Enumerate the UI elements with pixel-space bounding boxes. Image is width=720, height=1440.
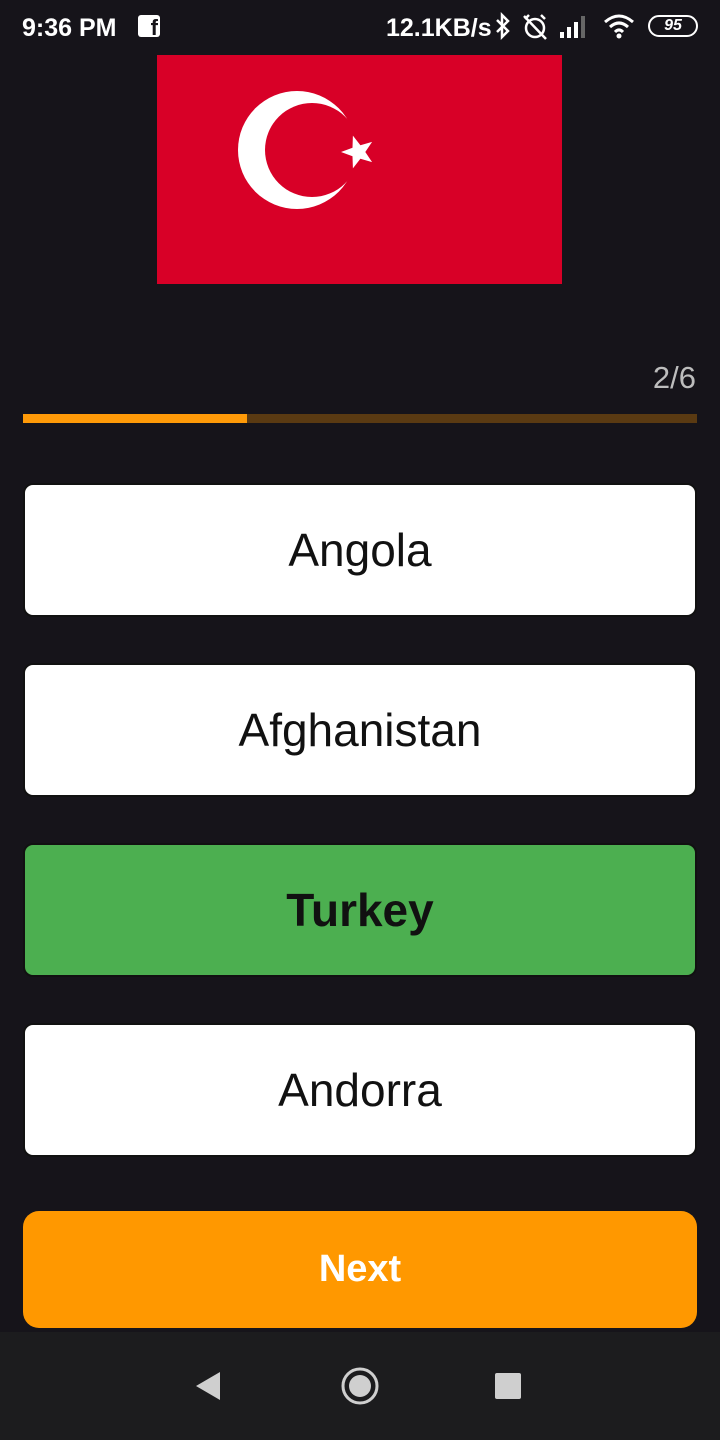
network-speed: 12.1KB/s <box>386 14 492 42</box>
status-bar: 9:36 PM f 12.1KB/s 95 <box>0 0 720 54</box>
answer-option-turkey[interactable]: Turkey <box>23 843 697 977</box>
answer-option-andorra[interactable]: Andorra <box>23 1023 697 1157</box>
battery-icon: 95 <box>648 15 698 37</box>
flag-image <box>157 55 562 284</box>
alarm-off-icon <box>523 14 547 40</box>
next-button[interactable]: Next <box>23 1211 697 1328</box>
home-icon[interactable] <box>340 1366 380 1406</box>
quiz-screen: 9:36 PM f 12.1KB/s 95 2/6 Angola Afghani… <box>0 0 720 1440</box>
back-icon[interactable] <box>188 1366 228 1406</box>
facebook-icon: f <box>138 15 160 39</box>
bluetooth-icon <box>496 12 510 40</box>
recents-icon[interactable] <box>488 1366 528 1406</box>
turkey-flag-icon <box>238 91 373 209</box>
progress-counter: 2/6 <box>652 360 696 395</box>
answer-option-afghanistan[interactable]: Afghanistan <box>23 663 697 797</box>
signal-icon <box>560 16 585 38</box>
status-time: 9:36 PM <box>22 14 117 42</box>
wifi-icon <box>604 14 634 39</box>
progress-bar <box>23 414 697 423</box>
system-nav-bar <box>0 1332 720 1440</box>
progress-bar-fill <box>23 414 248 423</box>
answer-option-angola[interactable]: Angola <box>23 483 697 617</box>
